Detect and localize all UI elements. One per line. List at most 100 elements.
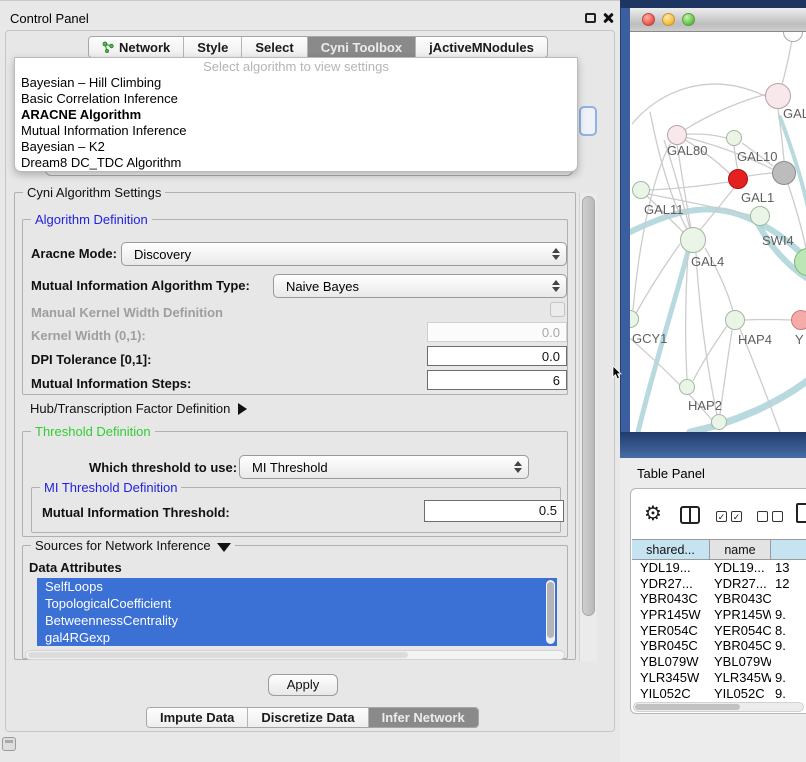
tab-impute-data[interactable]: Impute Data [147,708,248,727]
cell: YIL052C [632,686,710,702]
checked-checkbox-icon: ✓ [716,511,727,522]
network-node-gal1[interactable] [728,169,748,189]
unchecked-checkbox-icon [757,511,768,522]
cell: YIL052C [710,686,771,702]
cell: YER054C [632,623,710,639]
algorithm-option-selected[interactable]: ARACNE Algorithm [15,107,577,123]
network-node[interactable] [711,414,727,430]
mouse-cursor [612,366,622,380]
network-node-gal80[interactable] [667,125,687,145]
tab-cyni-toolbox[interactable]: Cyni Toolbox [308,37,416,57]
tab-discretize-data[interactable]: Discretize Data [248,708,368,727]
minimize-traffic-light[interactable] [662,13,675,26]
network-node-swi4[interactable] [750,206,770,226]
network-node-hap2[interactable] [679,379,695,395]
float-window-icon[interactable] [585,13,596,23]
network-window-titlebar[interactable] [630,8,806,32]
attribute-item[interactable]: TopologicalCoefficient [37,595,557,612]
attribute-item[interactable]: gal4RGexp [37,629,557,646]
hub-expander[interactable]: Hub/Transcription Factor Definition [30,401,247,416]
mi-threshold-field[interactable]: 0.5 [424,500,564,522]
aracne-mode-select[interactable]: Discovery [121,242,567,266]
tab-network-label: Network [119,40,170,55]
algorithm-option[interactable]: Bayesian – K2 [15,139,577,155]
sources-title[interactable]: Sources for Network Inference [31,538,235,553]
table-hscrollbar[interactable] [633,702,804,712]
table-hscrollbar-thumb[interactable] [635,704,740,710]
tab-network[interactable]: Network [89,37,184,57]
table-row[interactable]: YDR27...YDR27...12 [632,576,806,592]
mi-steps-field[interactable]: 6 [427,370,567,390]
which-threshold-select[interactable]: MI Threshold [239,455,529,479]
network-node-hap4[interactable] [725,310,745,330]
network-node-gal11[interactable] [632,181,650,199]
cell: 9. [771,638,806,654]
network-canvas[interactable]: GAL7 GAL80 GAL10 GAL1 GAL11 SWI4 GAL4 GC… [630,32,806,432]
close-icon[interactable] [602,12,614,24]
dpi-tolerance-field[interactable]: 0.0 [427,346,567,366]
attribute-item[interactable]: SelfLoops [37,578,557,595]
gear-icon[interactable]: ⚙ [644,503,662,525]
tab-discretize-data-label: Discretize Data [261,710,354,725]
algorithm-option[interactable]: Dream8 DC_TDC Algorithm [15,155,577,171]
table-row[interactable]: YDL19...YDL19...13 [632,560,806,576]
tab-infer-network[interactable]: Infer Network [369,708,478,727]
column-header-shared[interactable]: shared... [632,540,710,559]
data-attributes-list: SelfLoops TopologicalCoefficient Between… [37,578,557,646]
settings-scrollbar-thumb[interactable] [582,196,595,616]
network-node-gal4[interactable] [680,227,706,253]
bottom-tabbar: Impute Data Discretize Data Infer Networ… [146,707,479,728]
tab-select[interactable]: Select [242,37,307,57]
mi-algorithm-type-select[interactable]: Naive Bayes [273,274,567,298]
settings-scrollbar[interactable] [579,193,597,661]
cell: YBL079W [632,654,710,670]
dock-icon[interactable] [2,737,16,751]
node-label: GAL4 [691,254,724,269]
tab-jactivemnodules[interactable]: jActiveMNodules [416,37,547,57]
select-all-checkboxes-icon[interactable]: ✓ ✓ [716,511,742,522]
deselect-all-checkboxes-icon[interactable] [757,511,783,522]
table-row[interactable]: YLR345WYLR345W9. [632,670,806,686]
attribute-item[interactable]: BetweennessCentrality [37,612,557,629]
table-row[interactable]: YBR045CYBR045C9. [632,638,806,654]
which-threshold-label: Which threshold to use: [89,460,237,475]
algorithm-option[interactable]: Bayesian – Hill Climbing [15,75,577,91]
table-row[interactable]: YBL079WYBL079W [632,654,806,670]
threshold-definition-title: Threshold Definition [31,424,155,439]
table-row[interactable]: YIL052CYIL052C9. [632,686,806,702]
tab-style[interactable]: Style [184,37,242,57]
attributes-scrollbar-thumb[interactable] [547,582,554,638]
cell: 12 [771,576,806,592]
control-panel-tabbar: Network Style Select Cyni Toolbox jActiv… [88,36,548,58]
table-row[interactable]: YER054CYER054C8. [632,623,806,639]
cell: 13 [771,560,806,576]
algorithm-option[interactable]: Mutual Information Inference [15,123,577,139]
columns-icon[interactable] [680,506,700,524]
attributes-scrollbar[interactable] [546,580,555,644]
node-label: HAP2 [688,398,722,413]
zoom-traffic-light[interactable] [682,13,695,26]
network-node[interactable] [791,310,806,330]
apply-button[interactable]: Apply [268,674,338,696]
algorithm-option[interactable]: Basic Correlation Inference [15,91,577,107]
mi-threshold-label: Mutual Information Threshold: [42,505,230,520]
cell: YBR045C [632,638,710,654]
tab-style-label: Style [197,40,228,55]
cell: YBR045C [710,638,771,654]
algorithm-dropdown-popup: Select algorithm to view settings Bayesi… [14,57,578,172]
close-traffic-light[interactable] [642,13,655,26]
kernel-width-field[interactable]: 0.0 [427,322,567,342]
manual-kernel-checkbox[interactable] [550,302,565,317]
sources-hscrollbar-thumb[interactable] [28,652,408,658]
network-node-gal10[interactable] [772,161,796,185]
cell: YBR043C [710,591,771,607]
cell: YBL079W [710,654,771,670]
table-row[interactable]: YPR145WYPR145W9. [632,607,806,623]
column-header-name[interactable]: name [710,540,771,559]
table-row[interactable]: YBR043CYBR043C [632,591,806,607]
threshold-definition-group: Threshold Definition Which threshold to … [22,431,568,537]
network-node[interactable] [726,130,742,146]
new-table-icon[interactable] [796,503,806,523]
column-header-partial[interactable] [771,540,806,559]
sources-hscrollbar[interactable] [25,650,565,660]
